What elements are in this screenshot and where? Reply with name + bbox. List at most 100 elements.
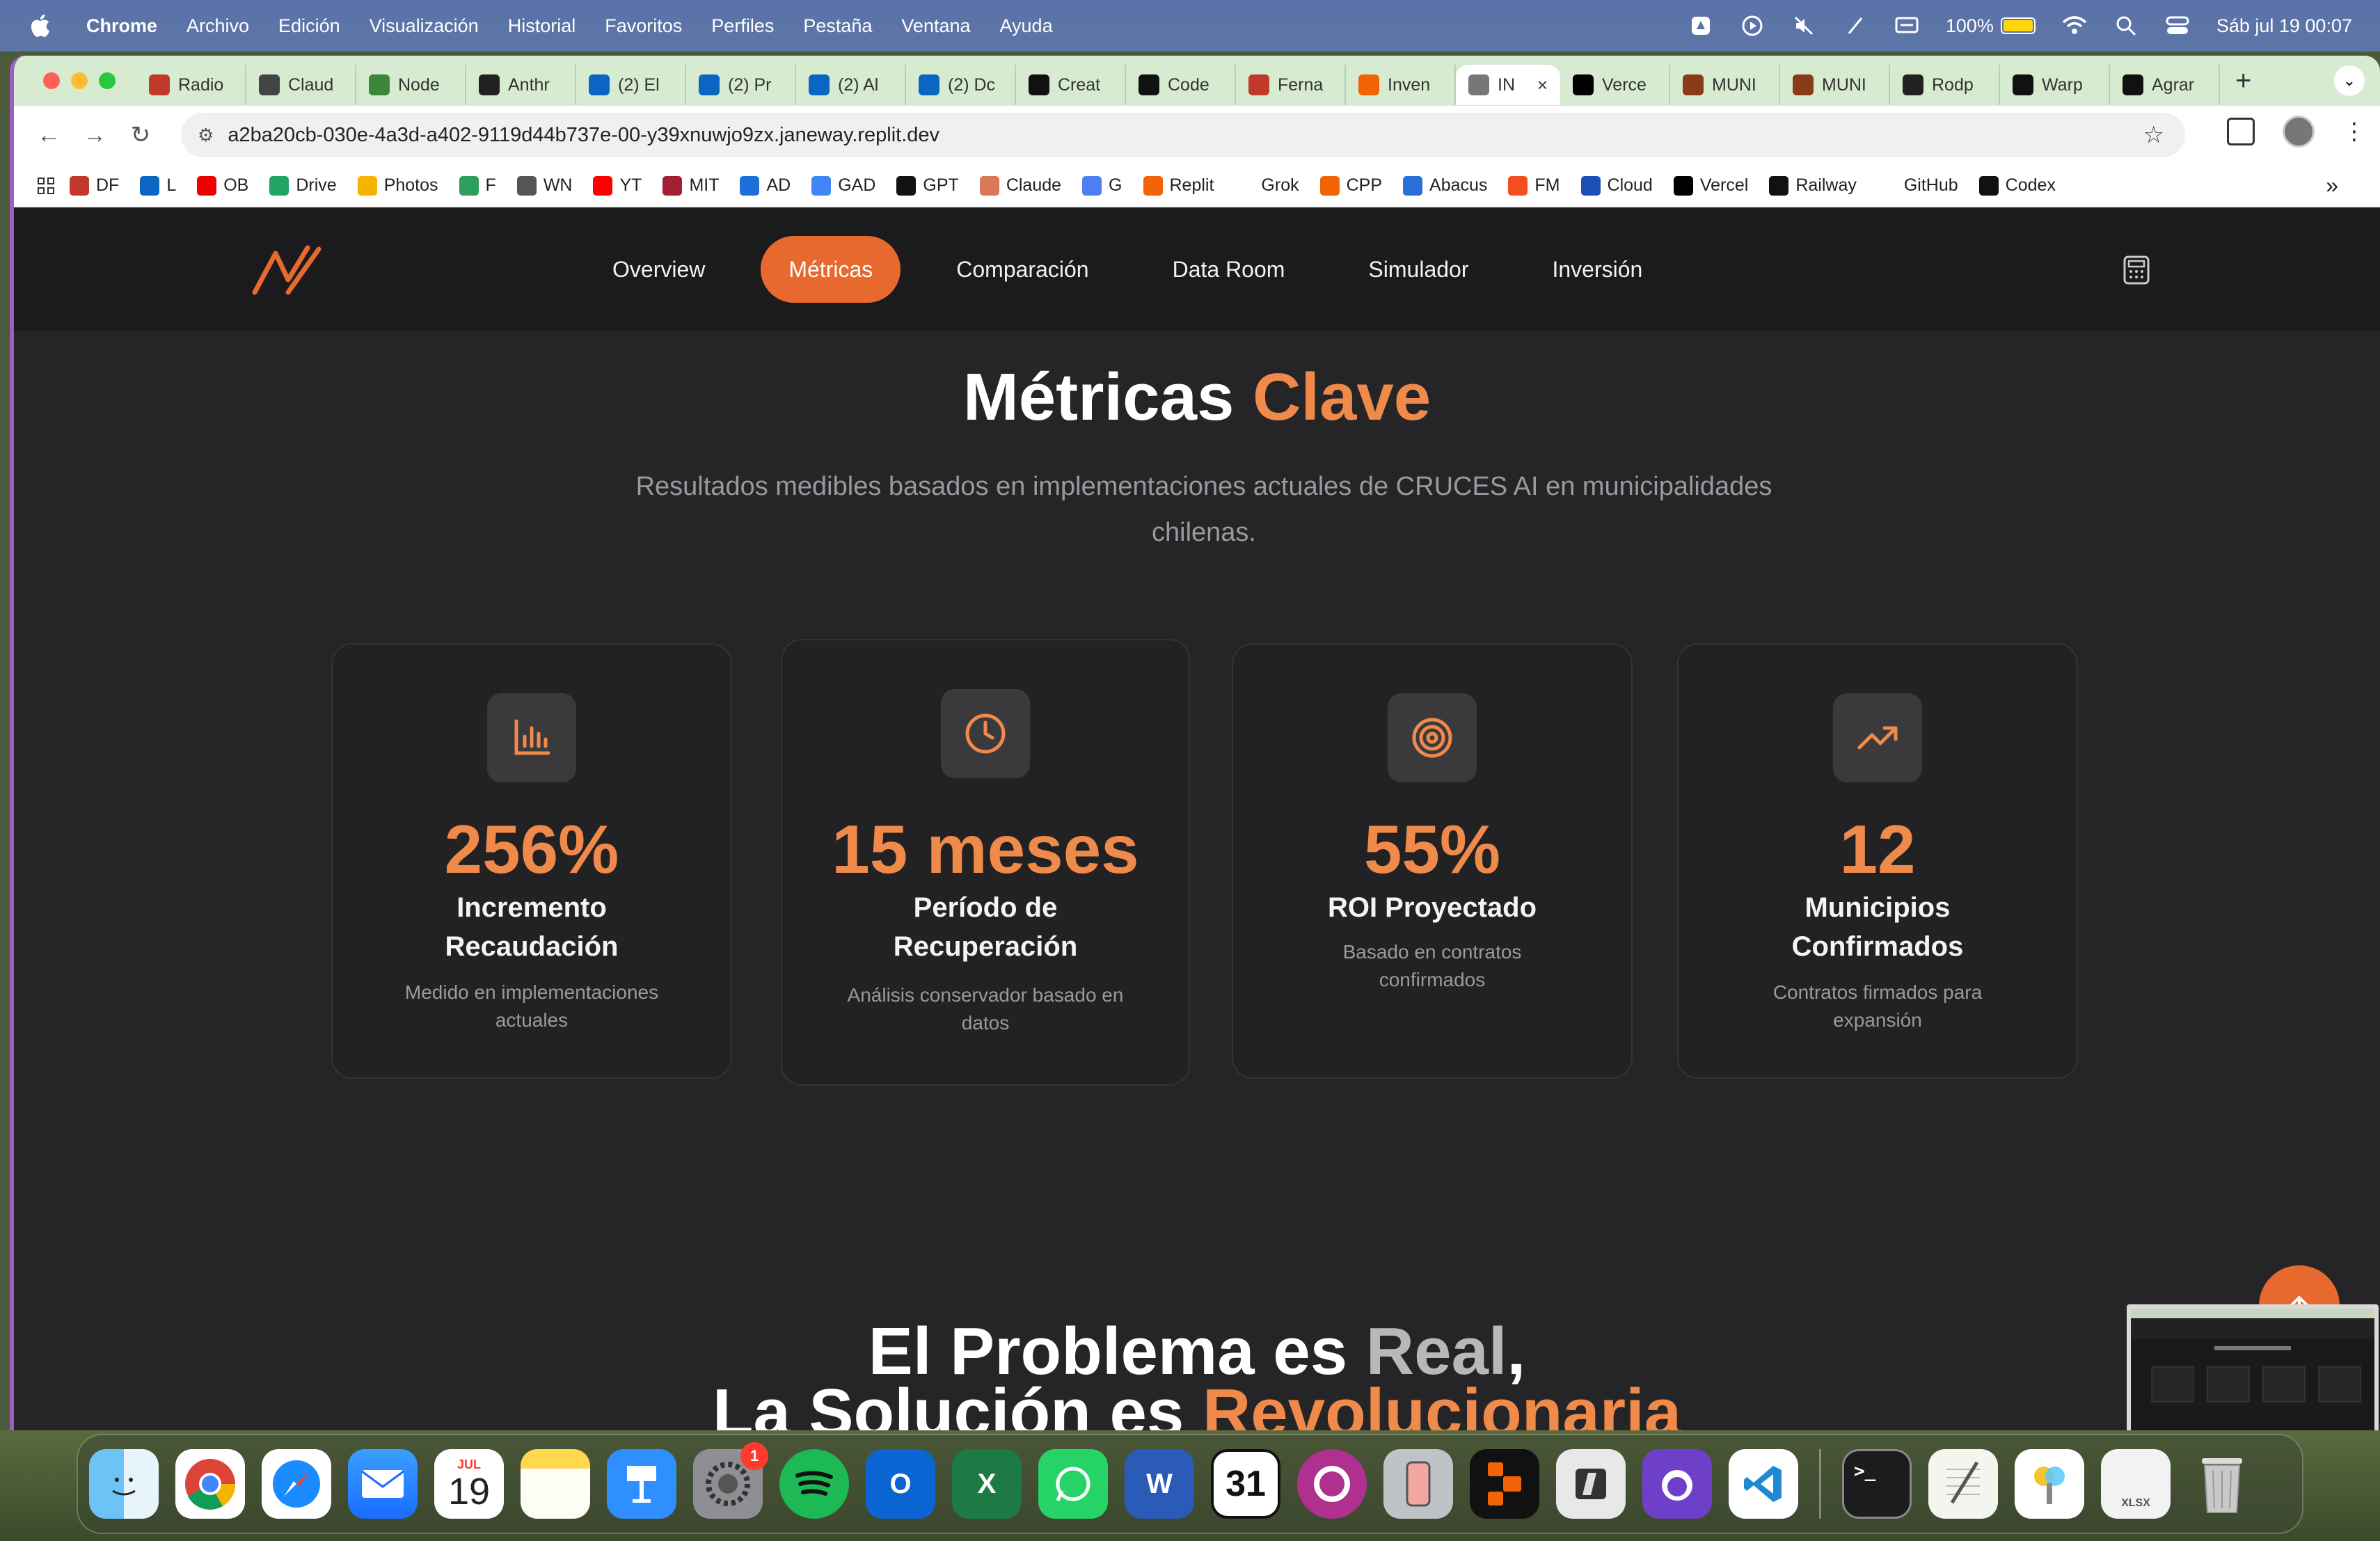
play-icon[interactable] [1740,13,1765,38]
browser-tab[interactable]: (2) Al [796,65,906,105]
dock-whatsapp[interactable] [1038,1449,1108,1519]
zoom-window-button[interactable] [99,72,116,89]
menubar-item-archivo[interactable]: Archivo [187,15,249,37]
bookmark-item[interactable]: MIT [663,175,719,196]
slash-icon[interactable] [1843,13,1868,38]
nav-overview[interactable]: Overview [585,236,733,303]
dock-excel[interactable]: X [952,1449,1022,1519]
extensions-icon[interactable] [2227,118,2255,145]
menubar-item-ayuda[interactable]: Ayuda [1000,15,1053,37]
more-bookmarks-icon[interactable]: » [2326,173,2338,198]
browser-tab[interactable]: IN × [1456,65,1560,105]
dock-terminal[interactable]: >_ [1842,1449,1912,1519]
bookmark-item[interactable]: AD [740,175,791,196]
browser-tab[interactable]: Claud [246,65,356,105]
browser-tab[interactable]: (2) El [576,65,686,105]
bookmark-star-icon[interactable]: ☆ [2143,121,2164,149]
bookmark-item[interactable]: GitHub [1877,175,1958,196]
dock-calendar[interactable]: JUL 19 [434,1449,504,1519]
site-logo[interactable] [249,244,326,297]
browser-tab[interactable]: Verce [1560,65,1670,105]
new-tab-button[interactable]: + [2235,65,2251,97]
profile-avatar[interactable] [2283,116,2315,148]
dock-textedit[interactable] [1928,1449,1998,1519]
dock-github-desktop[interactable] [1642,1449,1712,1519]
spotlight-search-icon[interactable] [2113,13,2139,38]
calculator-icon[interactable] [2123,255,2150,285]
browser-tab[interactable]: MUNI [1780,65,1890,105]
browser-tab[interactable]: Ferna [1236,65,1346,105]
dock-screen-recorder[interactable] [1297,1449,1367,1519]
dock-safari[interactable] [262,1449,331,1519]
browser-tab[interactable]: (2) Dc [906,65,1016,105]
mute-icon[interactable] [1791,13,1816,38]
tab-search-dropdown[interactable]: ⌄ [2334,65,2365,96]
menubar-item-perfiles[interactable]: Perfiles [711,15,774,37]
menubar-item-historial[interactable]: Historial [508,15,576,37]
menubar-item-edicion[interactable]: Edición [278,15,340,37]
apps-grid-icon[interactable] [38,177,54,194]
menubar-item-visualizacion[interactable]: Visualización [370,15,479,37]
dock-notes[interactable] [521,1449,590,1519]
bookmark-item[interactable]: YT [593,175,642,196]
chrome-menu-icon[interactable]: ⋮ [2342,118,2366,145]
dock-calendar-31[interactable]: 31 [1211,1449,1280,1519]
menubar-item-favoritos[interactable]: Favoritos [605,15,682,37]
menubar-item-ventana[interactable]: Ventana [901,15,970,37]
bookmark-item[interactable]: Drive [269,175,337,196]
dock-chrome[interactable] [175,1449,245,1519]
address-bar[interactable]: ⚙ a2ba20cb-030e-4a3d-a402-9119d44b737e-0… [181,113,2185,157]
browser-tab[interactable]: Agrar [2110,65,2220,105]
close-window-button[interactable] [43,72,60,89]
nav-data-room[interactable]: Data Room [1145,236,1313,303]
control-center-icon[interactable] [2165,13,2190,38]
browser-tab[interactable]: MUNI [1670,65,1780,105]
dock-keynote[interactable] [607,1449,676,1519]
browser-tab[interactable]: Node [356,65,466,105]
back-button[interactable]: ← [35,121,63,149]
dock-finder[interactable] [89,1449,159,1519]
site-settings-icon[interactable]: ⚙ [198,125,214,146]
nav-comparacion[interactable]: Comparación [928,236,1116,303]
nav-metricas[interactable]: Métricas [761,236,901,303]
browser-tab[interactable]: (2) Pr [686,65,796,105]
bookmark-item[interactable]: Abacus [1403,175,1487,196]
bookmark-item[interactable]: Grok [1235,175,1299,196]
bookmark-item[interactable]: L [140,175,176,196]
nav-simulador[interactable]: Simulador [1340,236,1496,303]
menubar-datetime[interactable]: Sáb jul 19 00:07 [2216,15,2352,37]
browser-tab[interactable]: Inven [1346,65,1456,105]
bookmark-item[interactable]: GPT [896,175,959,196]
status-app-icon[interactable] [1688,13,1713,38]
browser-tab[interactable]: Warp [2000,65,2110,105]
screenshot-thumbnail[interactable] [2127,1304,2379,1430]
dock-mail[interactable] [348,1449,418,1519]
dock-vscode[interactable] [1729,1449,1798,1519]
dock-trash[interactable] [2187,1449,2257,1519]
dock-outlook[interactable]: O [866,1449,935,1519]
browser-tab[interactable]: Code [1126,65,1236,105]
dock-iphone-mirroring[interactable] [1383,1449,1453,1519]
bookmark-item[interactable]: WN [516,175,572,196]
forward-button[interactable]: → [81,121,109,149]
dock-replit[interactable] [1470,1449,1539,1519]
dock-spotify[interactable] [779,1449,849,1519]
bookmark-item[interactable]: Railway [1769,175,1857,196]
bookmark-item[interactable]: GAD [811,175,875,196]
bookmark-item[interactable]: Replit [1143,175,1214,196]
bookmark-item[interactable]: Claude [979,175,1061,196]
bookmark-item[interactable]: F [459,175,496,196]
menubar-item-pestana[interactable]: Pestaña [803,15,872,37]
apple-menu-icon[interactable] [26,11,56,40]
bookmark-item[interactable]: DF [70,175,119,196]
bookmark-item[interactable]: G [1082,175,1122,196]
bookmark-item[interactable]: Codex [1978,175,2056,196]
bookmark-item[interactable]: FM [1508,175,1560,196]
browser-tab[interactable]: Rodp [1890,65,2000,105]
menubar-app-name[interactable]: Chrome [86,15,157,37]
wifi-icon[interactable] [2062,13,2087,38]
dock-parallels[interactable] [1556,1449,1626,1519]
dock-word[interactable]: W [1125,1449,1194,1519]
dock-passwords[interactable] [2015,1449,2084,1519]
bookmark-item[interactable]: Photos [357,175,438,196]
